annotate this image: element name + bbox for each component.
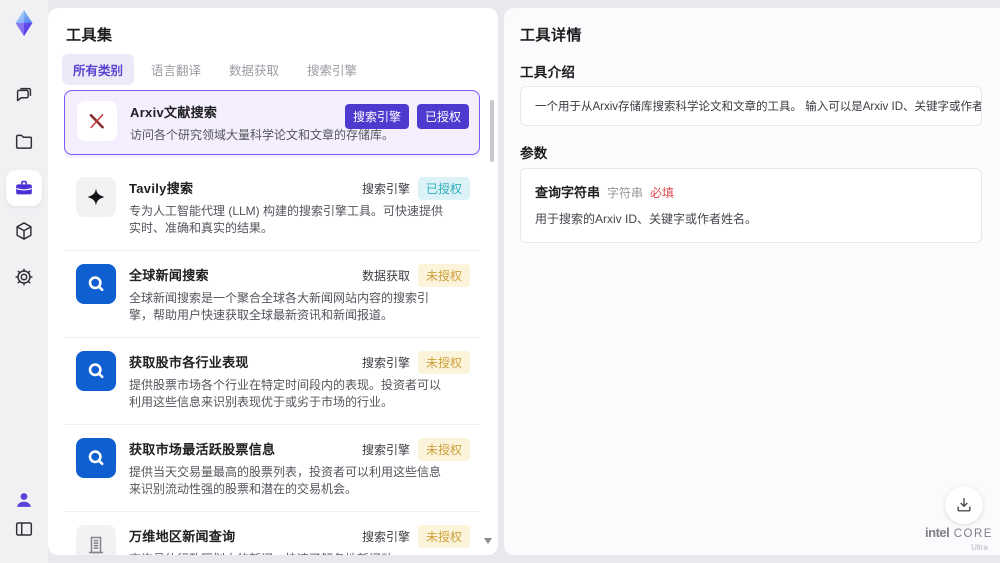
auth-status-badge: 未授权 — [417, 264, 470, 287]
arxiv-icon — [77, 101, 117, 141]
tool-collection-panel: 工具集 所有类别 语言翻译 数据获取 搜索引擎 Arxiv文献搜索 访问各个研究领域大量… — [48, 8, 498, 555]
param-required-badge: 必填 — [650, 186, 675, 200]
tool-card-tavily[interactable]: Tavily搜索 专为人工智能代理 (LLM) 构建的搜索引擎工具。可快速提供实时… — [64, 164, 480, 251]
param-type: 字符串 — [607, 186, 644, 200]
category-badge: 搜索引擎 — [344, 104, 409, 129]
tool-card-sector-performance[interactable]: 获取股市各行业表现 提供股票市场各个行业在特定时间段内的表现。投资者可以利用这些信… — [64, 338, 480, 425]
intro-heading: 工具介绍 — [520, 65, 576, 80]
intro-box: 一个用于从Arxiv存储库搜索科学论文和文章的工具。 输入可以是Arxiv ID… — [520, 86, 982, 126]
category-tabs: 所有类别 语言翻译 数据获取 搜索引擎 — [62, 54, 368, 85]
news-icon — [76, 438, 116, 478]
tool-list: Arxiv文献搜索 访问各个研究领域大量科学论文和文章的存储库。 搜索引擎 已授权 Ta… — [64, 90, 480, 555]
detail-title: 工具详情 — [520, 27, 583, 44]
param-box: 查询字符串 字符串 必填 用于搜索的Arxiv ID、关键字或作者姓名。 — [520, 168, 982, 243]
intel-core-logo: intel CORE Ultra — [925, 525, 993, 552]
tool-card-most-active-stocks[interactable]: 获取市场最活跃股票信息 提供当天交易量最高的股票列表，投资者可以利用这些信息来识别… — [64, 425, 480, 512]
building-icon — [76, 525, 116, 555]
news-icon — [76, 264, 116, 304]
tool-description: 访问各个研究领域大量科学论文和文章的存储库。 — [130, 128, 395, 142]
category-badge: 搜索引擎 — [361, 182, 410, 196]
tab-1[interactable]: 语言翻译 — [140, 54, 212, 85]
toolbox-icon[interactable] — [13, 177, 35, 199]
auth-status-badge: 已授权 — [417, 177, 470, 200]
params-heading: 参数 — [520, 146, 548, 161]
param-name: 查询字符串 — [535, 185, 601, 200]
scroll-down-arrow-icon[interactable] — [484, 538, 492, 544]
category-badge: 数据获取 — [361, 269, 410, 283]
page-title: 工具集 — [66, 27, 113, 44]
package-icon[interactable] — [13, 220, 35, 242]
scrollbar-thumb[interactable] — [490, 100, 494, 162]
app-logo-icon[interactable] — [9, 8, 39, 38]
tool-description: 专为人工智能代理 (LLM) 构建的搜索引擎工具。可快速提供实时、准确和真实的结… — [129, 204, 444, 235]
tool-card-global-news[interactable]: 全球新闻搜索 全球新闻搜索是一个聚合全球各大新闻网站内容的搜索引擎，帮助用户快速获… — [64, 251, 480, 338]
tool-description: 提供股票市场各个行业在特定时间段内的表现。投资者可以利用这些信息来识别表现优于或… — [129, 378, 442, 409]
tab-3[interactable]: 搜索引擎 — [296, 54, 368, 85]
auth-status-badge: 未授权 — [417, 351, 470, 374]
tool-card-arxiv[interactable]: Arxiv文献搜索 访问各个研究领域大量科学论文和文章的存储库。 搜索引擎 已授权 — [64, 90, 480, 155]
auth-status-badge: 未授权 — [417, 525, 470, 548]
auth-status-badge: 未授权 — [417, 438, 470, 461]
category-badge: 搜索引擎 — [361, 356, 410, 370]
panel-toggle-icon[interactable] — [13, 518, 35, 540]
sparkle-icon — [76, 177, 116, 217]
user-avatar-icon[interactable] — [13, 489, 35, 511]
tool-card-regional-news[interactable]: 万维地区新闻查询查询具体行政区划内的新闻，快速了解各地新闻动搜索引擎未授权 — [64, 512, 480, 555]
download-button[interactable] — [945, 486, 983, 524]
download-icon — [957, 498, 971, 512]
tool-detail-panel: 工具详情 工具介绍 一个用于从Arxiv存储库搜索科学论文和文章的工具。 输入可… — [504, 8, 1000, 555]
tool-description: 查询具体行政区划内的新闻，快速了解各地新闻动 — [129, 551, 451, 555]
category-badge: 搜索引擎 — [361, 443, 410, 457]
tab-2[interactable]: 数据获取 — [218, 54, 290, 85]
tool-description: 全球新闻搜索是一个聚合全球各大新闻网站内容的搜索引擎，帮助用户快速获取全球最新资… — [129, 291, 430, 322]
tab-0[interactable]: 所有类别 — [62, 54, 135, 85]
news-icon — [76, 351, 116, 391]
folder-icon[interactable] — [13, 131, 35, 153]
chat-icon[interactable] — [13, 84, 35, 106]
param-description: 用于搜索的Arxiv ID、关键字或作者姓名。 — [535, 212, 758, 226]
category-badge: 搜索引擎 — [361, 530, 410, 544]
tool-description: 提供当天交易量最高的股票列表，投资者可以利用这些信息来识别流动性强的股票和潜在的… — [129, 465, 442, 496]
settings-gear-icon[interactable] — [13, 266, 35, 288]
auth-status-badge: 已授权 — [416, 104, 469, 129]
app-rail — [0, 0, 48, 563]
